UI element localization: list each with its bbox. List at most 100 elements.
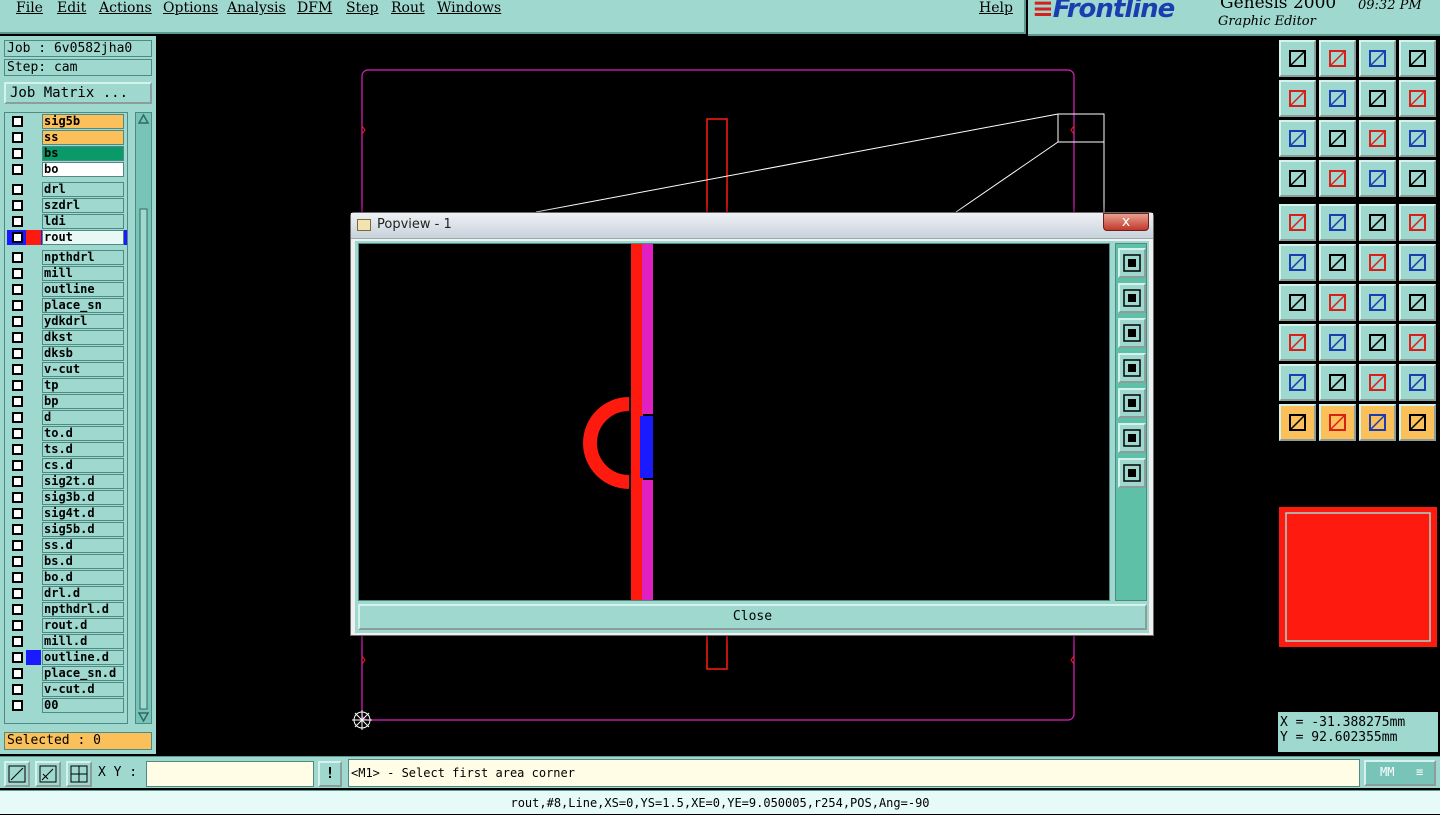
- popview-pan-left-button[interactable]: [1118, 353, 1146, 383]
- popview-canvas[interactable]: [358, 243, 1110, 601]
- layer-checkbox[interactable]: [12, 572, 23, 583]
- layer-row-rout.d[interactable]: rout.d: [7, 618, 127, 633]
- layer-checkbox[interactable]: [12, 396, 23, 407]
- layer-checkbox[interactable]: [12, 148, 23, 159]
- ruler-button[interactable]: [1359, 204, 1396, 241]
- layer-row-bs.d[interactable]: bs.d: [7, 554, 127, 569]
- layer-row-ss[interactable]: ss: [7, 130, 127, 145]
- layer-checkbox[interactable]: [12, 268, 23, 279]
- layer-row-dksb[interactable]: dksb: [7, 346, 127, 361]
- layer-checkbox[interactable]: [12, 300, 23, 311]
- layer-row-to.d[interactable]: to.d: [7, 426, 127, 441]
- layer-row-v-cut[interactable]: v-cut: [7, 362, 127, 377]
- layer-checkbox[interactable]: [12, 460, 23, 471]
- triangle-b-button[interactable]: [1319, 364, 1356, 401]
- triangle-d-button[interactable]: [1399, 364, 1436, 401]
- layer-checkbox[interactable]: [12, 132, 23, 143]
- layer-checkbox[interactable]: [12, 252, 23, 263]
- snap-button[interactable]: [4, 761, 30, 787]
- pointer-circle-button[interactable]: [1359, 404, 1396, 441]
- zoom-center-button[interactable]: [1319, 120, 1356, 157]
- popview-zoom-window-button[interactable]: [1118, 248, 1146, 278]
- layer-row-v-cut.d[interactable]: v-cut.d: [7, 682, 127, 697]
- menu-edit[interactable]: Edit: [57, 0, 86, 16]
- layer-checkbox[interactable]: [12, 508, 23, 519]
- layer-row-outline.d[interactable]: outline.d: [7, 650, 127, 665]
- layer-checkbox[interactable]: [12, 200, 23, 211]
- job-matrix-button[interactable]: Job Matrix ...: [4, 82, 152, 104]
- help-button[interactable]: [1399, 120, 1436, 157]
- mirror-button[interactable]: [1399, 284, 1436, 321]
- triangle-a-button[interactable]: [1279, 364, 1316, 401]
- layer-checkbox[interactable]: [12, 232, 23, 243]
- zoom-fit-button[interactable]: [1279, 120, 1316, 157]
- layer-checkbox[interactable]: [12, 620, 23, 631]
- settings-button[interactable]: [1279, 160, 1316, 197]
- layer-checkbox[interactable]: [12, 428, 23, 439]
- measure-button[interactable]: [35, 761, 61, 787]
- layer-scrollbar[interactable]: [135, 112, 152, 724]
- select-area-button[interactable]: [1319, 204, 1356, 241]
- layer-checkbox[interactable]: [12, 316, 23, 327]
- popview-zoom-center-button[interactable]: [1118, 458, 1146, 488]
- layer-row-bp[interactable]: bp: [7, 394, 127, 409]
- layer-row-sig2t.d[interactable]: sig2t.d: [7, 474, 127, 489]
- pan-right-button[interactable]: [1319, 80, 1356, 117]
- select-feature-button[interactable]: [1279, 204, 1316, 241]
- layer-row-rout[interactable]: rout: [7, 230, 127, 245]
- layer-row-drl[interactable]: drl: [7, 182, 127, 197]
- pointer-box-button[interactable]: [1319, 404, 1356, 441]
- layer-row-bo.d[interactable]: bo.d: [7, 570, 127, 585]
- undo-view-button[interactable]: [1359, 80, 1396, 117]
- layer-checkbox[interactable]: [12, 284, 23, 295]
- layer-checkbox[interactable]: [12, 444, 23, 455]
- pointer-net-button[interactable]: [1399, 404, 1436, 441]
- layer-row-npthdrl[interactable]: npthdrl: [7, 250, 127, 265]
- popview-layer-up-button[interactable]: [1118, 283, 1146, 313]
- pointer-button[interactable]: [1279, 404, 1316, 441]
- layer-row-outline[interactable]: outline: [7, 282, 127, 297]
- layer-row-place_sn.d[interactable]: place_sn.d: [7, 666, 127, 681]
- layer-checkbox[interactable]: [12, 332, 23, 343]
- menu-help[interactable]: Help: [979, 0, 1013, 16]
- popview-title[interactable]: Popview - 1: [351, 213, 1153, 239]
- layer-checkbox[interactable]: [12, 216, 23, 227]
- layer-checkbox[interactable]: [12, 164, 23, 175]
- layer-checkbox[interactable]: [12, 540, 23, 551]
- layer-checkbox[interactable]: [12, 492, 23, 503]
- stretch-button[interactable]: [1359, 324, 1396, 361]
- menu-windows[interactable]: Windows: [437, 0, 501, 16]
- pan-left-button[interactable]: [1279, 80, 1316, 117]
- window-fit-button[interactable]: [1399, 40, 1436, 77]
- layer-up-button[interactable]: [1279, 40, 1316, 77]
- menu-file[interactable]: File: [16, 0, 43, 16]
- net-view-button[interactable]: [1359, 160, 1396, 197]
- layer-checkbox[interactable]: [12, 380, 23, 391]
- layer-row-mill.d[interactable]: mill.d: [7, 634, 127, 649]
- window-close-button[interactable]: x: [1103, 213, 1149, 231]
- slash-button[interactable]: [1319, 284, 1356, 321]
- menu-options[interactable]: Options: [163, 0, 218, 16]
- layer-row-ldi[interactable]: ldi: [7, 214, 127, 229]
- connect-button[interactable]: [1359, 244, 1396, 281]
- layer-checkbox[interactable]: [12, 556, 23, 567]
- layer-checkbox[interactable]: [12, 700, 23, 711]
- layer-checkbox[interactable]: [12, 476, 23, 487]
- popview-layer-down-button[interactable]: [1118, 318, 1146, 348]
- exclaim-button[interactable]: !: [318, 761, 342, 787]
- redo-view-button[interactable]: [1399, 80, 1436, 117]
- move-button[interactable]: [1279, 324, 1316, 361]
- layer-row-sig5b.d[interactable]: sig5b.d: [7, 522, 127, 537]
- add-point-button[interactable]: [1399, 244, 1436, 281]
- layer-row-szdrl[interactable]: szdrl: [7, 198, 127, 213]
- hole-button[interactable]: [1399, 204, 1436, 241]
- layer-checkbox[interactable]: [12, 524, 23, 535]
- layer-row-ss.d[interactable]: ss.d: [7, 538, 127, 553]
- grid-button[interactable]: [66, 761, 92, 787]
- layer-row-place_sn[interactable]: place_sn: [7, 298, 127, 313]
- layer-row-npthdrl.d[interactable]: npthdrl.d: [7, 602, 127, 617]
- layer-checkbox[interactable]: [12, 684, 23, 695]
- popview-zoom-fit-button[interactable]: [1118, 423, 1146, 453]
- triangle-c-button[interactable]: [1359, 364, 1396, 401]
- layer-row-ts.d[interactable]: ts.d: [7, 442, 127, 457]
